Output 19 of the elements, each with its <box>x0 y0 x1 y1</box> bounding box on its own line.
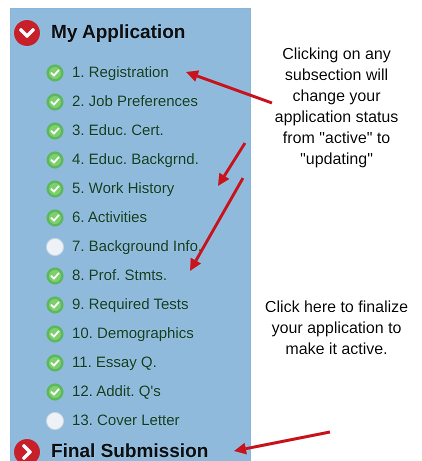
subsection-link[interactable]: 3. Educ. Cert. <box>46 116 251 145</box>
subsection-link[interactable]: 2. Job Preferences <box>46 87 251 116</box>
subsection-link[interactable]: 11. Essay Q. <box>46 348 251 377</box>
chevron-right-icon <box>14 439 40 461</box>
subsection-link[interactable]: 1. Registration <box>46 58 251 87</box>
subsection-link[interactable]: 5. Work History <box>46 174 251 203</box>
subsection-link[interactable]: 10. Demographics <box>46 319 251 348</box>
subsection-link[interactable]: 12. Addit. Q's <box>46 377 251 406</box>
subsection-link[interactable]: 6. Activities <box>46 203 251 232</box>
subsection-link[interactable]: 9. Required Tests <box>46 290 251 319</box>
chevron-down-icon <box>14 20 40 46</box>
section-header[interactable]: Final Submission <box>14 439 251 461</box>
annotation-note: Clicking on any subsection will change your application status from "active" to "updating" <box>274 45 400 170</box>
subsection-link[interactable]: 7. Background Info. <box>46 232 251 261</box>
section-header[interactable]: My Application <box>14 20 251 46</box>
subsection-link[interactable]: 8. Prof. Stmts. <box>46 261 251 290</box>
annotation-note: Click here to finalize your application to make it active. <box>264 298 410 360</box>
subsection-link[interactable]: 13. Cover Letter <box>46 406 251 435</box>
subsection-link[interactable]: 4. Educ. Backgrnd. <box>46 145 251 174</box>
